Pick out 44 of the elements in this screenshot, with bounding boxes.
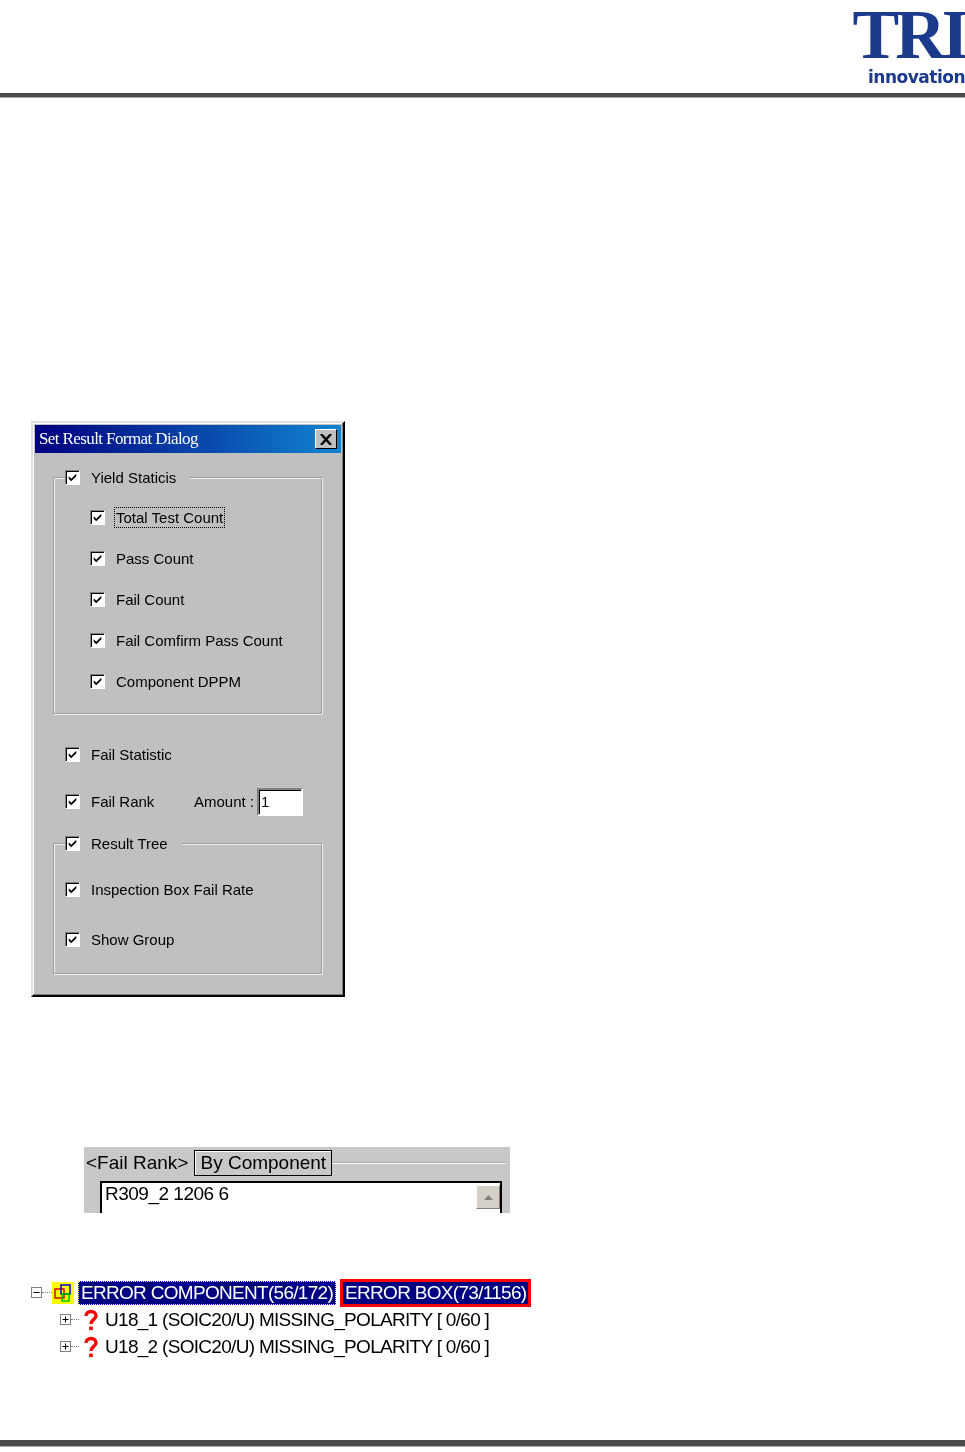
scroll-up-button[interactable] bbox=[476, 1185, 500, 1209]
checkbox[interactable] bbox=[90, 510, 105, 525]
checkbox[interactable] bbox=[65, 794, 80, 809]
amount-label: Amount : bbox=[194, 793, 255, 810]
collapse-icon[interactable] bbox=[31, 1287, 42, 1298]
close-button[interactable] bbox=[315, 429, 337, 449]
close-icon bbox=[320, 433, 332, 445]
checkbox[interactable] bbox=[65, 747, 80, 762]
window-title: Set Result Format Dialog bbox=[39, 429, 198, 449]
tree-node-label[interactable]: U18_2 (SOIC20/U) MISSING_POLARITY [ 0/60 ] bbox=[105, 1335, 490, 1358]
checkbox-label: Fail Comfirm Pass Count bbox=[115, 631, 284, 651]
error-box-label: ERROR BOX(73/1156) bbox=[340, 1278, 532, 1307]
group-icon bbox=[52, 1281, 74, 1304]
checkbox-label: Show Group bbox=[90, 930, 176, 950]
checkbox-label: Total Test Count bbox=[114, 507, 226, 528]
amount-field[interactable]: 1 bbox=[257, 787, 304, 816]
caret-up-icon bbox=[483, 1194, 493, 1200]
by-component-tab[interactable]: By Component bbox=[194, 1150, 333, 1176]
expand-icon[interactable] bbox=[60, 1341, 71, 1352]
result-list[interactable]: R309_2 1206 6 bbox=[100, 1181, 502, 1213]
tree-node-label[interactable]: ERROR COMPONENT(56/172) bbox=[78, 1280, 337, 1305]
list-item[interactable]: R309_2 1206 6 bbox=[105, 1183, 229, 1213]
checkbox-label: Yield Staticis bbox=[90, 468, 178, 488]
checkbox-label: Fail Count bbox=[115, 590, 186, 610]
panel-title: <Fail Rank> bbox=[86, 1152, 189, 1174]
checkbox-label: Inspection Box Fail Rate bbox=[90, 880, 255, 900]
checkbox[interactable] bbox=[65, 836, 80, 851]
checkbox[interactable] bbox=[90, 551, 105, 566]
checkbox[interactable] bbox=[65, 932, 80, 947]
checkbox[interactable] bbox=[90, 674, 105, 689]
company-logo: TRI innovation bbox=[853, 2, 965, 89]
tree-node-label[interactable]: U18_1 (SOIC20/U) MISSING_POLARITY [ 0/60 ] bbox=[105, 1308, 490, 1331]
checkbox[interactable] bbox=[90, 633, 105, 648]
checkbox-label: Component DPPM bbox=[115, 672, 243, 692]
checkbox-label: Pass Count bbox=[115, 549, 195, 569]
question-mark-icon bbox=[83, 1335, 99, 1358]
checkbox-label: Fail Rank bbox=[90, 792, 156, 812]
checkbox-label: Fail Statistic bbox=[90, 745, 173, 765]
checkbox[interactable] bbox=[65, 882, 80, 897]
question-mark-icon bbox=[83, 1308, 99, 1331]
expand-icon[interactable] bbox=[60, 1314, 71, 1325]
checkbox-label: Result Tree bbox=[90, 834, 169, 854]
checkbox[interactable] bbox=[90, 592, 105, 607]
checkbox[interactable] bbox=[65, 470, 80, 485]
